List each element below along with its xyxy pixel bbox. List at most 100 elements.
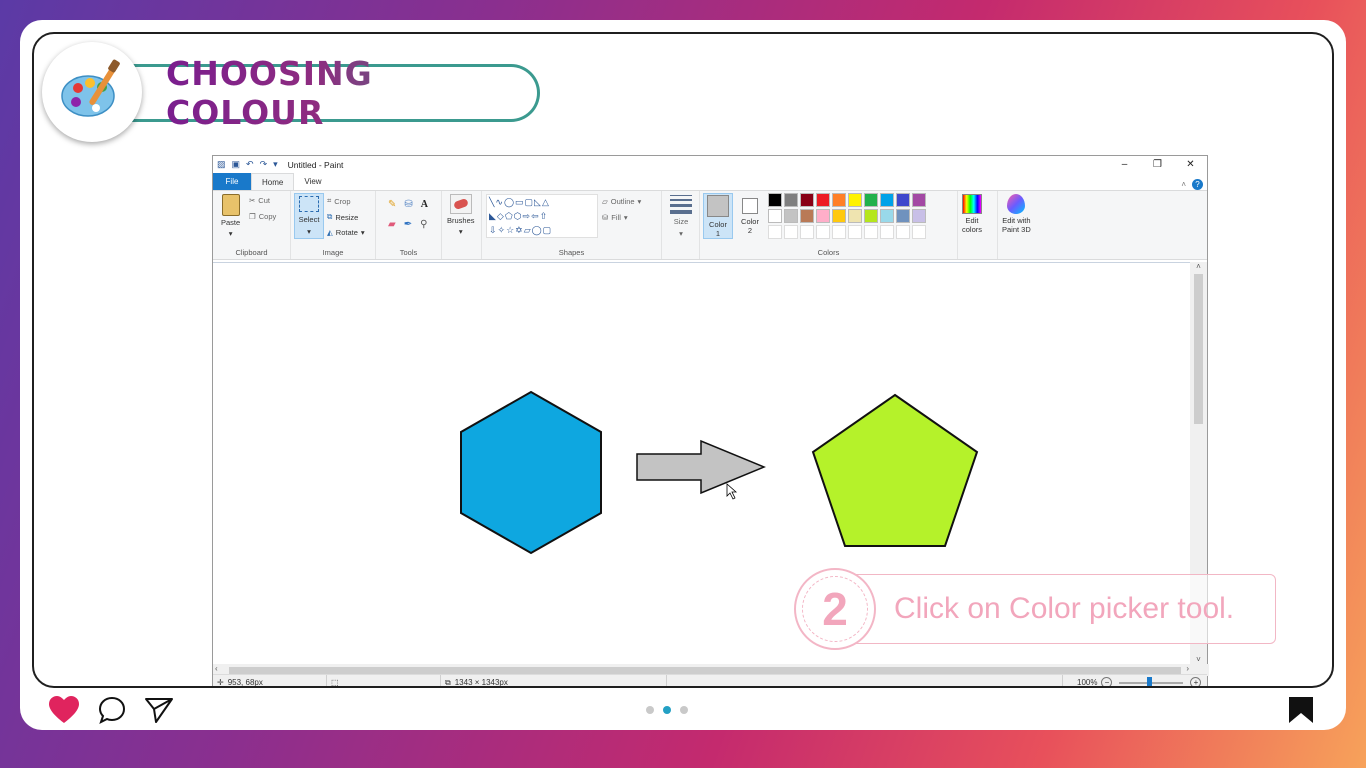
comment-icon[interactable] [98, 696, 126, 724]
edit-colors-button[interactable]: Edit colors [962, 194, 982, 234]
selection-icon: ⬚ [331, 678, 339, 687]
color2-button[interactable]: Color 2 [736, 193, 764, 239]
color-swatch[interactable] [864, 225, 878, 239]
color-swatch[interactable] [912, 209, 926, 223]
crop-button[interactable]: ⌗ Crop [327, 196, 351, 206]
color-swatch[interactable] [912, 225, 926, 239]
redo-icon[interactable]: ↷ [260, 159, 268, 170]
brush-icon [449, 194, 472, 214]
tab-file[interactable]: File [213, 173, 251, 190]
tools-group: ✎ ⛁ A ▰ ✒ ⚲ Tools [376, 191, 442, 259]
scroll-right-icon[interactable]: › [1186, 664, 1189, 673]
brushes-button[interactable]: Brushes ▾ [447, 194, 475, 236]
crosshair-icon: ✛ [217, 678, 224, 687]
color-swatch[interactable] [896, 225, 910, 239]
magnifier-icon[interactable]: ⚲ [420, 219, 427, 230]
paste-button[interactable]: Paste ▾ [221, 194, 240, 238]
edit-with-paint3d-button[interactable]: Edit with Paint 3D [1002, 194, 1031, 234]
image-group: Select ▾ ⌗ Crop ⧉ Resize ◭ Rotate ▾ Image [291, 191, 376, 259]
vertical-scroll-thumb[interactable] [1194, 274, 1203, 424]
cut-button[interactable]: ✂ Cut [249, 196, 270, 205]
slide-card: ▨ ▣ ↶ ↷ ▾ Untitled - Paint – ❐ ✕ File Ho… [20, 20, 1346, 730]
customize-qa-icon[interactable]: ▾ [273, 159, 278, 170]
color-swatch[interactable] [896, 209, 910, 223]
color-swatch[interactable] [864, 209, 878, 223]
tab-home[interactable]: Home [251, 173, 295, 190]
text-tool-icon[interactable]: A [421, 199, 428, 210]
color-swatch[interactable] [880, 209, 894, 223]
copy-icon: ❐ [249, 212, 256, 221]
minimize-button[interactable]: – [1108, 159, 1141, 170]
carousel-dot-active[interactable] [663, 706, 671, 714]
rotate-icon: ◭ [327, 228, 333, 237]
color-palette [768, 193, 926, 239]
help-icon[interactable]: ? [1192, 179, 1203, 190]
carousel-dot[interactable] [680, 706, 688, 714]
color-swatch[interactable] [784, 193, 798, 207]
collapse-ribbon-icon[interactable]: ˄ [1181, 180, 1186, 189]
color-swatch[interactable] [832, 225, 846, 239]
scroll-up-icon[interactable]: ˄ [1190, 262, 1207, 271]
color-swatch[interactable] [880, 225, 894, 239]
paint-titlebar: ▨ ▣ ↶ ↷ ▾ Untitled - Paint – ❐ ✕ [213, 156, 1207, 173]
bookmark-icon[interactable] [1288, 696, 1314, 724]
heart-icon[interactable] [48, 696, 80, 724]
resize-icon: ⧉ [327, 212, 333, 221]
scroll-left-icon[interactable]: ‹ [215, 664, 218, 673]
color-swatch[interactable] [816, 209, 830, 223]
palette-logo [42, 42, 142, 142]
color-swatch[interactable] [880, 193, 894, 207]
color-swatch[interactable] [784, 209, 798, 223]
color-picker-icon[interactable]: ✒ [404, 219, 412, 230]
color-swatch[interactable] [768, 209, 782, 223]
copy-button[interactable]: ❐ Copy [249, 212, 276, 221]
color-swatch[interactable] [816, 193, 830, 207]
zoom-slider-thumb[interactable] [1147, 676, 1153, 686]
select-rect-icon [299, 196, 319, 212]
color-swatch[interactable] [768, 225, 782, 239]
color-swatch[interactable] [800, 225, 814, 239]
tab-view[interactable]: View [294, 173, 331, 190]
group-label-clipboard: Clipboard [235, 248, 268, 257]
color-swatch[interactable] [832, 209, 846, 223]
outline-icon: ▱ [602, 197, 608, 206]
color-swatch[interactable] [768, 193, 782, 207]
color-swatch[interactable] [848, 225, 862, 239]
color-swatch[interactable] [784, 225, 798, 239]
select-button[interactable]: Select ▾ [294, 193, 324, 239]
eraser-icon[interactable]: ▰ [388, 219, 396, 230]
share-icon[interactable] [144, 696, 174, 724]
zoom-slider[interactable] [1119, 676, 1184, 686]
zoom-out-icon[interactable]: − [1101, 677, 1113, 686]
pentagon-shape [811, 393, 979, 547]
save-icon[interactable]: ▣ [232, 159, 241, 170]
pencil-icon[interactable]: ✎ [388, 199, 396, 210]
color-swatch[interactable] [896, 193, 910, 207]
rotate-button[interactable]: ◭ Rotate ▾ [327, 228, 365, 237]
color1-button[interactable]: Color 1 [703, 193, 733, 239]
color2-swatch [742, 197, 758, 214]
color-swatch[interactable] [912, 193, 926, 207]
carousel-dot[interactable] [646, 706, 654, 714]
color-swatch[interactable] [864, 193, 878, 207]
color-swatch[interactable] [848, 193, 862, 207]
quick-access-toolbar: ▨ ▣ ↶ ↷ ▾ [217, 159, 278, 170]
close-button[interactable]: ✕ [1174, 159, 1207, 170]
color-swatch[interactable] [800, 193, 814, 207]
fill-bucket-icon[interactable]: ⛁ [404, 199, 412, 210]
scroll-down-icon[interactable]: ˅ [1190, 655, 1207, 664]
hexagon-shape [460, 390, 602, 555]
zoom-in-icon[interactable]: + [1190, 677, 1202, 686]
shapes-gallery[interactable]: ╲∿◯▭▢◺△ ◣◇⬠⬡⇨⇦⇧ ⇩✧☆✡▱◯▢ [486, 194, 598, 238]
color-swatch[interactable] [816, 225, 830, 239]
size-button[interactable]: Size ▾ [670, 195, 692, 238]
undo-icon[interactable]: ↶ [246, 159, 254, 170]
resize-button[interactable]: ⧉ Resize [327, 212, 358, 222]
color-swatch[interactable] [832, 193, 846, 207]
restore-button[interactable]: ❐ [1141, 159, 1174, 170]
fill-button[interactable]: ⛁ Fill ▾ [602, 213, 628, 222]
horizontal-scroll-thumb[interactable] [229, 667, 1181, 674]
color-swatch[interactable] [800, 209, 814, 223]
outline-button[interactable]: ▱ Outline ▾ [602, 197, 641, 206]
color-swatch[interactable] [848, 209, 862, 223]
